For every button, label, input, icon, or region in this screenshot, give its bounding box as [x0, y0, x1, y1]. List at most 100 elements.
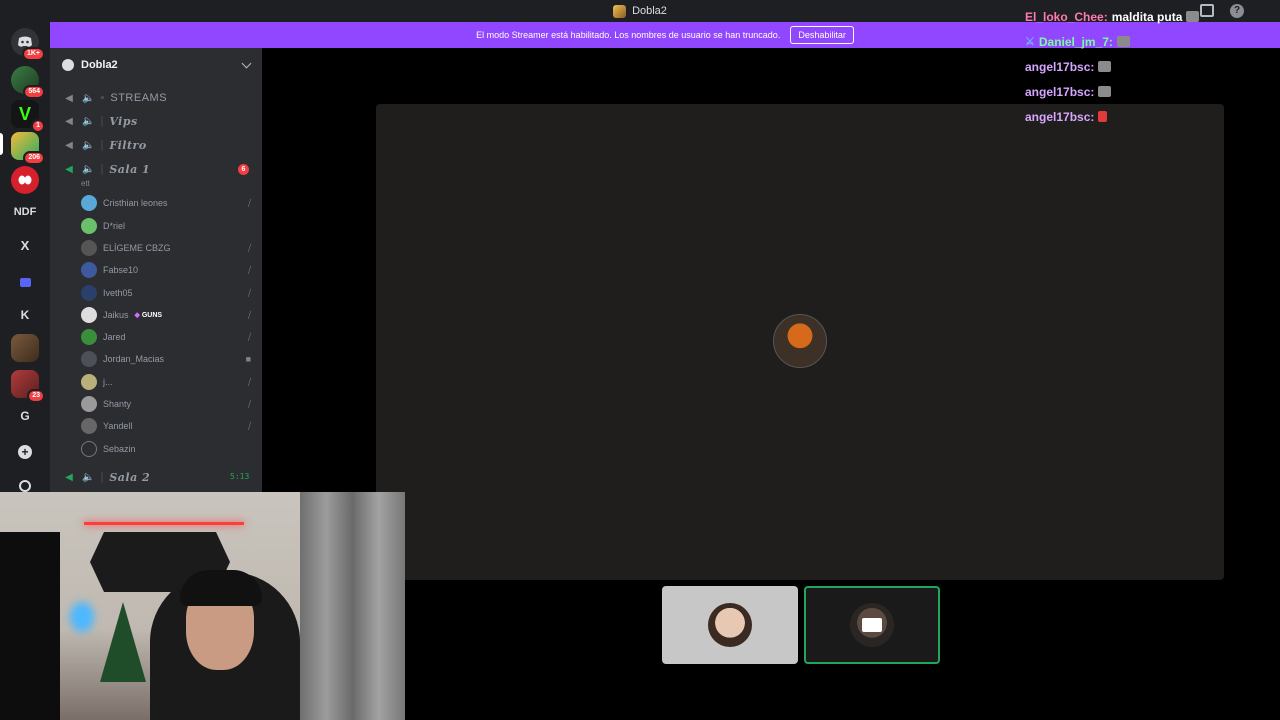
- member-name: ELÍGEME CBZG: [103, 243, 171, 253]
- emote-icon: [1186, 11, 1200, 22]
- avatar: [81, 396, 97, 412]
- channel-timer: 5:13: [230, 472, 250, 481]
- voice-member[interactable]: Iveth05 ⧸: [81, 283, 251, 303]
- guild-header[interactable]: Dobla2: [50, 48, 262, 82]
- camera-icon: [862, 618, 882, 632]
- muted-icon: ⧸: [247, 398, 251, 409]
- voice-member[interactable]: Fabse10 ⧸: [81, 260, 251, 280]
- member-name: Iveth05: [103, 288, 133, 298]
- channel-sala-1[interactable]: ◀ 🔈 | Sala 1: [62, 159, 150, 179]
- member-name: D*riel: [103, 221, 126, 231]
- chat-message: angel17bsc:: [1025, 54, 1280, 79]
- voice-member[interactable]: ELÍGEME CBZG ⧸: [81, 238, 251, 258]
- speaker-icon: 🔈: [82, 115, 95, 127]
- chat-username: angel17bsc:: [1025, 109, 1095, 124]
- channel-name: Vips: [109, 114, 138, 128]
- avatar: [708, 603, 752, 647]
- muted-icon: ⧸: [247, 331, 251, 342]
- server-icon-ndf[interactable]: NDF: [11, 198, 39, 226]
- avatar: [81, 218, 97, 234]
- gem-icon: ◆: [134, 312, 140, 319]
- voice-member[interactable]: Sebazin: [81, 439, 251, 459]
- avatar: [81, 307, 97, 323]
- muted-icon: ⧸: [247, 264, 251, 275]
- chat-username: El_loko_Chee:: [1025, 9, 1108, 24]
- channel-status: ett: [81, 179, 90, 188]
- discord-home-icon[interactable]: 1K+: [11, 28, 45, 61]
- mention-badge: 23: [27, 389, 45, 403]
- member-name: Sebazin: [103, 444, 136, 454]
- member-name: Cristhian leones: [103, 198, 168, 208]
- muted-icon: ⧸: [247, 376, 251, 387]
- sword-icon: ⚔: [1025, 36, 1035, 48]
- disable-streamer-button[interactable]: Deshabilitar: [790, 26, 854, 44]
- tag-label: GUNS: [141, 312, 163, 319]
- banner-text: El modo Streamer está habilitado. Los no…: [476, 30, 781, 40]
- avatar: [81, 351, 97, 367]
- channel-sidebar: Dobla2 ◀ 🔈 ▪ STREAMS ◀ 🔈 | Vips ◀ 🔈 | Fi…: [50, 48, 262, 492]
- volume-icon: ◀: [65, 92, 73, 104]
- mention-badge: 1: [31, 119, 45, 133]
- channel-vips[interactable]: ◀ 🔈 | Vips: [62, 111, 138, 131]
- member-name: Jared: [103, 332, 126, 342]
- voice-member[interactable]: Cristhian leones ⧸: [81, 193, 251, 213]
- server-icon-5[interactable]: [11, 334, 39, 362]
- server-icon-x[interactable]: X: [11, 231, 39, 259]
- chat-message: angel17bsc:: [1025, 79, 1280, 104]
- avatar: [81, 262, 97, 278]
- avatar: [81, 329, 97, 345]
- server-icon-k[interactable]: K: [11, 301, 39, 329]
- voice-member[interactable]: D*riel: [81, 216, 251, 236]
- server-icon-4[interactable]: [11, 166, 39, 194]
- folder-icon[interactable]: [11, 268, 39, 296]
- server-icon: [613, 4, 627, 18]
- add-server-icon[interactable]: +: [11, 438, 39, 466]
- speaker-avatar[interactable]: [773, 314, 827, 368]
- channel-streams[interactable]: ◀ 🔈 ▪ STREAMS: [62, 88, 167, 108]
- voice-member[interactable]: Jordan_Macias ■: [81, 349, 251, 369]
- chat-text: maldita puta: [1111, 9, 1183, 24]
- channel-name: Sala 2: [109, 470, 151, 484]
- server-icon-g[interactable]: G: [11, 402, 39, 430]
- voice-member[interactable]: Shanty ⧸: [81, 394, 251, 414]
- voice-member[interactable]: Jared ⧸: [81, 327, 251, 347]
- window-title: Dobla2: [613, 4, 667, 18]
- voice-stage[interactable]: [376, 104, 1224, 580]
- server-icon-3[interactable]: 206: [11, 132, 45, 165]
- speaker-icon: 🔈: [82, 471, 95, 483]
- guild-name: Dobla2: [81, 59, 118, 71]
- muted-icon: ⧸: [247, 197, 251, 208]
- camera-icon: ■: [245, 354, 251, 364]
- volume-icon: ◀: [65, 471, 73, 483]
- server-icon-6[interactable]: 23: [11, 370, 45, 403]
- chat-username: angel17bsc:: [1025, 84, 1095, 99]
- chat-username: angel17bsc:: [1025, 59, 1095, 74]
- volume-icon: ◀: [65, 139, 73, 151]
- member-name: Jordan_Macias: [103, 354, 165, 364]
- channel-name: Sala 1: [109, 162, 151, 176]
- webcam-overlay: [0, 492, 405, 720]
- server-icon-1[interactable]: 564: [11, 66, 45, 99]
- mention-badge: 1K+: [21, 47, 45, 61]
- participant-tile-active[interactable]: [804, 586, 940, 664]
- christmas-tree: [100, 602, 146, 682]
- channel-name: STREAMS: [110, 92, 168, 104]
- muted-icon: ⧸: [247, 242, 251, 253]
- voice-member[interactable]: j... ⧸: [81, 372, 251, 392]
- member-name: j...: [103, 377, 113, 387]
- avatar: [81, 441, 97, 457]
- discord-window: Dobla2 ? 1K+ 564 V 1 206 NDF X K 23 G + …: [0, 0, 1280, 720]
- mention-badge: 564: [23, 85, 45, 99]
- server-icon-2[interactable]: V 1: [11, 100, 45, 133]
- guild-icon: [62, 59, 74, 71]
- participant-tile[interactable]: [662, 586, 798, 664]
- avatar: [81, 240, 97, 256]
- speaker-icon: 🔈: [82, 92, 95, 104]
- channel-filtro[interactable]: ◀ 🔈 | Filtro: [62, 135, 147, 155]
- volume-icon: ◀: [65, 115, 73, 127]
- channel-sala-2[interactable]: ◀ 🔈 | Sala 2: [62, 467, 150, 487]
- muted-icon: ⧸: [247, 420, 251, 431]
- voice-member[interactable]: Yandell ⧸: [81, 416, 251, 436]
- stream-chat-overlay: El_loko_Chee: maldita puta ⚔ Daniel_jm_7…: [1025, 4, 1280, 129]
- voice-member[interactable]: Jaikus ◆ GUNS ⧸: [81, 305, 251, 325]
